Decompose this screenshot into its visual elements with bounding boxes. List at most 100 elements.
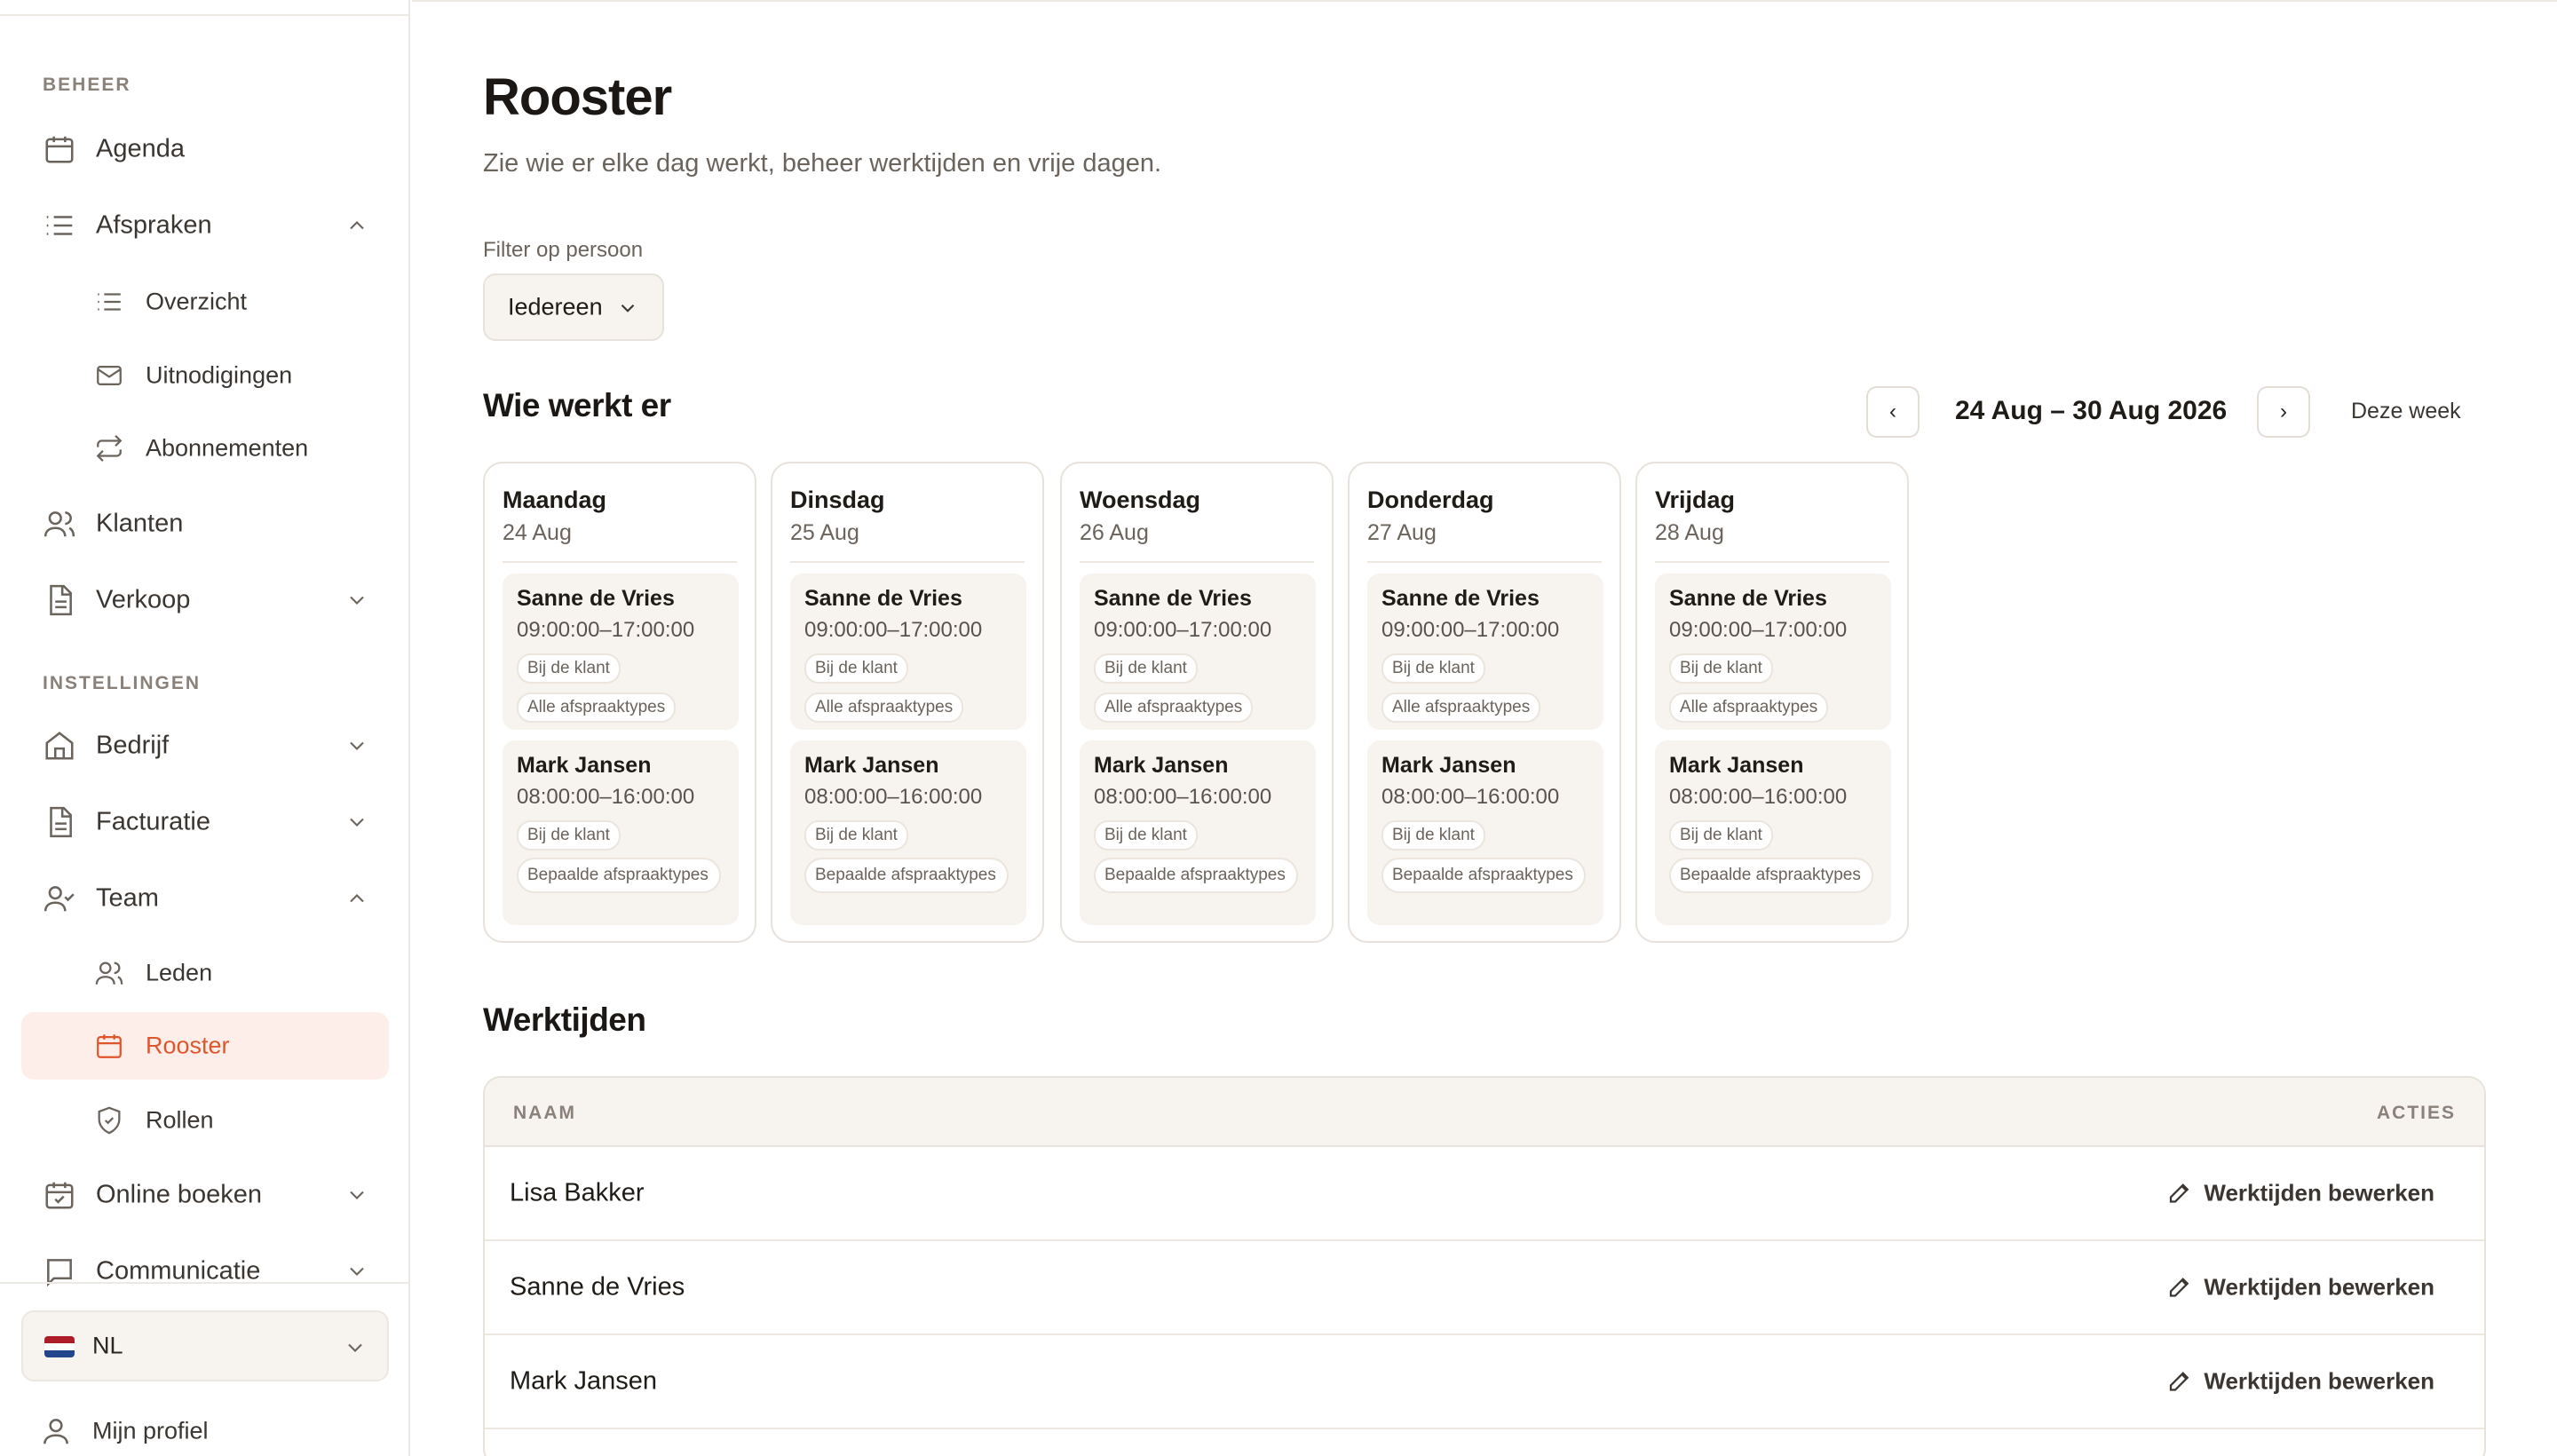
sidebar-item-online-boeken[interactable]: Online boeken	[21, 1161, 389, 1229]
working-hours-table: NAAM ACTIES Lisa Bakker Werktijden bewerk…	[483, 1076, 2486, 1456]
shift-person: Mark Jansen	[1381, 753, 1516, 778]
next-week-button[interactable]: ›	[2257, 386, 2310, 438]
this-week-button[interactable]: Deze week	[2351, 399, 2461, 424]
main-content: Rooster Zie wie er elke dag werkt, behee…	[412, 0, 2557, 1456]
sidebar-item-agenda[interactable]: Agenda	[21, 115, 389, 183]
sidebar-item-label: Online boeken	[96, 1180, 263, 1209]
shift-person: Mark Jansen	[1094, 753, 1229, 778]
shift-card[interactable]: Sanne de Vries 09:00:00–17:00:00 Bij de kl…	[790, 574, 1026, 730]
shift-card[interactable]: Mark Jansen 08:00:00–16:00:00 Bij de klant…	[1655, 740, 1891, 925]
shield-icon	[94, 1105, 124, 1136]
hours-title: Werktijden	[483, 1001, 646, 1038]
location-tag: Bij de klant	[517, 653, 621, 684]
shift-time: 08:00:00–16:00:00	[1669, 785, 1848, 809]
sidebar-item-klanten[interactable]: Klanten	[21, 490, 389, 558]
shift-time: 09:00:00–17:00:00	[804, 618, 983, 642]
sidebar-item-uitnodigingen[interactable]: Uitnodigingen	[21, 342, 389, 409]
location-tag: Bij de klant	[1669, 820, 1773, 851]
location-tag: Bij de klant	[1669, 653, 1773, 684]
day-divider	[503, 561, 737, 563]
shift-card[interactable]: Mark Jansen 08:00:00–16:00:00 Bij de klant…	[503, 740, 739, 925]
language-value: NL	[92, 1332, 123, 1359]
edit-hours-button[interactable]: Werktijden bewerken	[2170, 1274, 2434, 1302]
day-name: Woensdag	[1080, 487, 1201, 513]
sidebar-item-communicatie[interactable]: Communicatie	[21, 1238, 389, 1305]
sidebar-item-label: Agenda	[96, 134, 185, 163]
day-column: Woensdag 26 Aug Sanne de Vries 09:00:00–17:…	[1060, 462, 1334, 943]
chevron-up-icon	[344, 213, 369, 238]
appointment-types-tag: Alle afspraaktypes	[1669, 692, 1829, 723]
appointment-types-tag: Bepaalde afspraaktypes	[517, 858, 721, 893]
location-tag: Bij de klant	[804, 653, 908, 684]
day-name: Dinsdag	[790, 487, 885, 513]
sidebar-item-label: Facturatie	[96, 807, 210, 836]
sidebar-item-label: Rollen	[146, 1106, 214, 1134]
day-name: Donderdag	[1367, 487, 1494, 513]
sidebar-item-overzicht[interactable]: Overzicht	[21, 268, 389, 336]
sidebar-item-rooster[interactable]: Rooster	[21, 1012, 389, 1080]
section-label-instellingen: INSTELLINGEN	[43, 673, 202, 693]
page-title: Rooster	[483, 68, 672, 126]
shift-time: 08:00:00–16:00:00	[517, 785, 695, 809]
sidebar-item-team[interactable]: Team	[21, 865, 389, 932]
chevron-up-icon	[344, 886, 369, 911]
chevron-down-icon	[344, 1259, 369, 1284]
edit-hours-button[interactable]: Werktijden bewerken	[2170, 1180, 2434, 1207]
day-divider	[1080, 561, 1314, 563]
shift-card[interactable]: Mark Jansen 08:00:00–16:00:00 Bij de klant…	[790, 740, 1026, 925]
shift-card[interactable]: Sanne de Vries 09:00:00–17:00:00 Bij de kl…	[1080, 574, 1316, 730]
shift-time: 08:00:00–16:00:00	[1381, 785, 1560, 809]
shift-card[interactable]: Mark Jansen 08:00:00–16:00:00 Bij de klant…	[1080, 740, 1316, 925]
shift-card[interactable]: Mark Jansen 08:00:00–16:00:00 Bij de klant…	[1367, 740, 1603, 925]
shift-time: 09:00:00–17:00:00	[517, 618, 695, 642]
pencil-icon	[2166, 1274, 2193, 1301]
prev-week-button[interactable]: ‹	[1866, 386, 1920, 438]
edit-hours-button[interactable]: Werktijden bewerken	[2170, 1367, 2434, 1396]
sidebar-item-label: Leden	[146, 959, 213, 986]
mail-icon	[94, 360, 124, 391]
shift-person: Sanne de Vries	[1669, 586, 1827, 611]
day-date: 24 Aug	[503, 520, 572, 545]
sidebar-item-facturatie[interactable]: Facturatie	[21, 788, 389, 856]
list-icon	[94, 287, 124, 317]
shift-card[interactable]: Sanne de Vries 09:00:00–17:00:00 Bij de kl…	[1367, 574, 1603, 730]
calendar-check-icon	[43, 1178, 76, 1212]
shift-person: Sanne de Vries	[517, 586, 675, 611]
home-icon	[43, 729, 76, 763]
sidebar-item-profile[interactable]: Mijn profiel	[21, 1399, 389, 1456]
sidebar: BEHEER Agenda Afspraken Overzicht Uitnod…	[0, 0, 410, 1456]
day-date: 27 Aug	[1367, 520, 1437, 545]
sidebar-item-abonnementen[interactable]: Abonnementen	[21, 415, 389, 482]
shift-person: Mark Jansen	[1669, 753, 1804, 778]
location-tag: Bij de klant	[804, 820, 908, 851]
filter-label: Filter op persoon	[483, 238, 644, 262]
location-tag: Bij de klant	[517, 820, 621, 851]
day-date: 25 Aug	[790, 520, 859, 545]
person-filter-select[interactable]: Iedereen	[483, 273, 664, 341]
day-name: Maandag	[503, 487, 607, 513]
employee-name: Sanne de Vries	[510, 1272, 685, 1302]
sidebar-item-label: Bedrijf	[96, 731, 170, 760]
table-row: Lisa Bakker Werktijden bewerken	[485, 1147, 2484, 1241]
section-label-beheer: BEHEER	[43, 75, 131, 95]
day-date: 28 Aug	[1655, 520, 1724, 545]
shift-time: 09:00:00–17:00:00	[1094, 618, 1272, 642]
chevron-down-icon	[616, 297, 639, 320]
sidebar-item-label: Uitnodigingen	[146, 361, 293, 389]
sidebar-item-afspraken[interactable]: Afspraken	[21, 192, 389, 259]
shift-time: 09:00:00–17:00:00	[1669, 618, 1848, 642]
sidebar-item-verkoop[interactable]: Verkoop	[21, 566, 389, 634]
day-column: Maandag 24 Aug Sanne de Vries 09:00:00–17:0…	[483, 462, 756, 943]
column-header-acties: ACTIES	[2376, 1103, 2456, 1123]
sidebar-item-rollen[interactable]: Rollen	[21, 1087, 389, 1154]
day-divider	[1655, 561, 1889, 563]
table-header: NAAM ACTIES	[485, 1078, 2484, 1147]
language-select[interactable]: NL	[21, 1310, 389, 1381]
document-icon	[43, 805, 76, 839]
sidebar-item-leden[interactable]: Leden	[21, 939, 389, 1007]
edit-hours-label: Werktijden bewerken	[2204, 1367, 2434, 1395]
shift-card[interactable]: Sanne de Vries 09:00:00–17:00:00 Bij de kl…	[503, 574, 739, 730]
sidebar-item-bedrijf[interactable]: Bedrijf	[21, 712, 389, 779]
shift-person: Sanne de Vries	[1381, 586, 1540, 611]
shift-card[interactable]: Sanne de Vries 09:00:00–17:00:00 Bij de kl…	[1655, 574, 1891, 730]
